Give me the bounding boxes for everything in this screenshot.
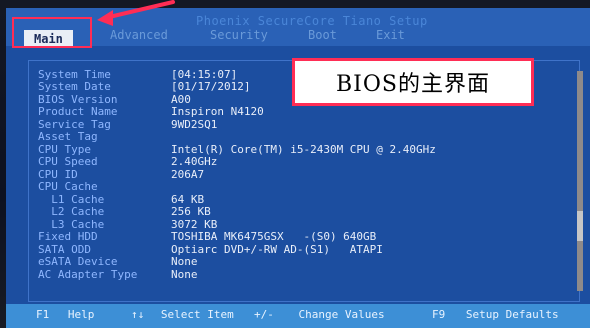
row-label: AC Adapter Type: [38, 267, 138, 281]
footer-text: Help: [67, 308, 95, 321]
row-value: 3072 KB: [171, 217, 218, 231]
row-value: 64 KB: [171, 192, 205, 206]
scrollbar-thumb[interactable]: [577, 211, 583, 241]
row-label: SATA ODD: [38, 242, 91, 256]
row-value[interactable]: [04:15:07]: [171, 68, 237, 81]
annotation-text: BIOS的主界面: [336, 72, 490, 97]
footer-setup-defaults: F9 Setup Defaults: [432, 308, 559, 321]
footer-text: Change Values: [298, 308, 385, 321]
row-label: Fixed HDD: [38, 230, 98, 244]
tab-boot[interactable]: Boot: [308, 28, 337, 42]
row-label: Product Name: [38, 105, 118, 119]
row-label: Service Tag: [38, 117, 111, 131]
tab-bar: Main Advanced Security Boot Exit: [6, 28, 590, 48]
row-value: None: [171, 267, 198, 281]
footer-change-values: +/- Change Values: [254, 308, 385, 321]
row-value: A00: [171, 92, 191, 106]
row-label: CPU Cache: [38, 180, 98, 194]
scrollbar[interactable]: [577, 71, 583, 291]
row-value: 2.40GHz: [171, 155, 218, 169]
footer-select-item: ↑↓ Select Item: [131, 308, 234, 321]
main-tab-highlight: [12, 17, 92, 48]
row-label: BIOS Version: [38, 92, 118, 106]
row-value: None: [171, 255, 198, 269]
bios-title: Phoenix SecureCore Tiano Setup: [196, 14, 428, 28]
footer-key: F1: [36, 308, 50, 321]
row-label: System Date: [38, 80, 111, 94]
bios-screen: Phoenix SecureCore Tiano Setup Main Adva…: [6, 8, 590, 328]
row-value: Intel(R) Core(TM) i5-2430M CPU @ 2.40GHz: [171, 142, 436, 156]
row-label: CPU Type: [38, 142, 91, 156]
tab-exit[interactable]: Exit: [376, 28, 405, 42]
row-label: L3 Cache: [38, 217, 105, 231]
row-label: L2 Cache: [38, 205, 105, 219]
row-label: CPU Speed: [38, 155, 98, 169]
tab-security[interactable]: Security: [210, 28, 268, 42]
row-label: System Time: [38, 67, 111, 81]
footer-key: F9: [432, 308, 446, 321]
pointer-arrow-icon: [95, 0, 175, 30]
row-value: 206A7: [171, 167, 205, 181]
bios-footer: F1 Help ↑↓ Select Item +/- Change Values…: [6, 304, 590, 328]
footer-key: ↑↓: [131, 308, 145, 321]
row-value: 256 KB: [171, 205, 211, 219]
row-value: 9WD2SQ1: [171, 117, 218, 131]
row-value: Optiarc DVD+/-RW AD-(S1) ATAPI: [171, 242, 383, 256]
footer-key: +/-: [254, 308, 274, 321]
footer-text: Select Item: [160, 308, 234, 321]
bios-header: Phoenix SecureCore Tiano Setup Main Adva…: [6, 8, 590, 48]
row-value[interactable]: [01/17/2012]: [171, 80, 250, 93]
row-value: Inspiron N4120: [171, 105, 264, 119]
footer-f1: F1 Help: [36, 308, 94, 321]
row-value: TOSHIBA MK6475GSX -(S0) 640GB: [171, 230, 377, 244]
footer-text: Setup Defaults: [465, 308, 559, 321]
annotation-box: BIOS的主界面: [292, 58, 534, 106]
tab-advanced[interactable]: Advanced: [110, 28, 168, 42]
row-label: eSATA Device: [38, 255, 118, 269]
row-label: L1 Cache: [38, 192, 105, 206]
row-label: CPU ID: [38, 167, 78, 181]
row-label: Asset Tag: [38, 130, 98, 144]
